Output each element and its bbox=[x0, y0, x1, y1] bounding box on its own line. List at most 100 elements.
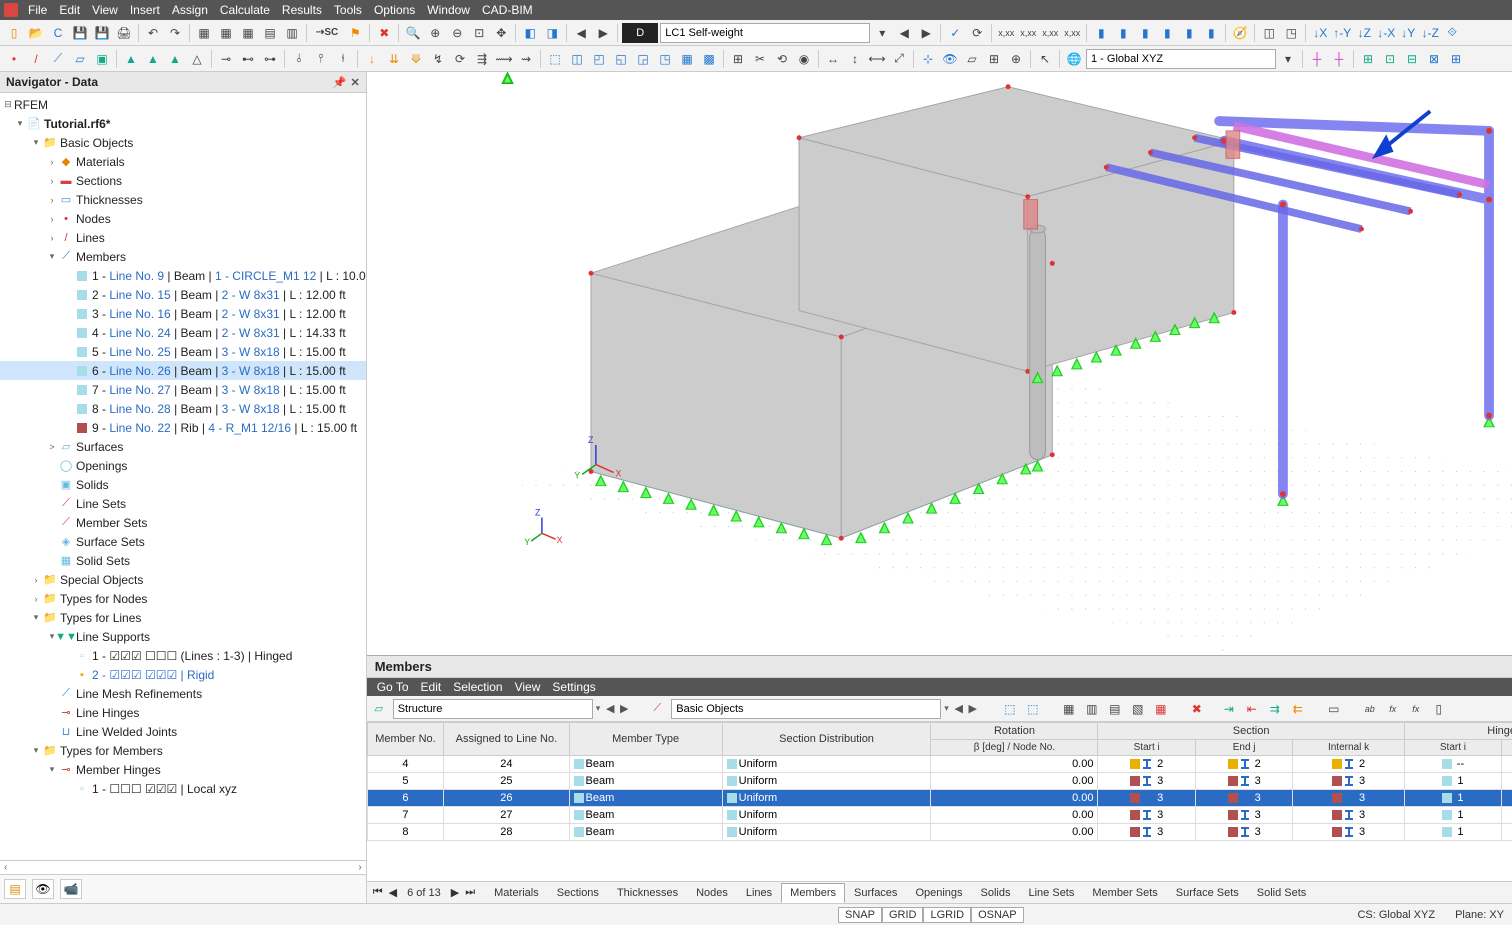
axis-z-icon[interactable]: ↓Z bbox=[1354, 23, 1374, 43]
bo-prev-icon[interactable]: ◀ bbox=[952, 702, 966, 715]
menu-window[interactable]: Window bbox=[421, 3, 476, 17]
result2-icon[interactable]: ⟳ bbox=[967, 23, 987, 43]
pg-first-icon[interactable]: ⏮ bbox=[371, 886, 385, 899]
load5-icon[interactable]: ⟳ bbox=[450, 49, 470, 69]
3d-viewport[interactable]: Z X Y Z X Y bbox=[367, 72, 1512, 655]
menu-insert[interactable]: Insert bbox=[124, 3, 166, 17]
tab-openings[interactable]: Openings bbox=[906, 883, 971, 903]
load3-icon[interactable]: ⟱ bbox=[406, 49, 426, 69]
tree-line-welded[interactable]: Line Welded Joints bbox=[76, 725, 177, 739]
sel5-icon[interactable]: ◲ bbox=[633, 49, 653, 69]
tree-item-openings[interactable]: ◯Openings bbox=[0, 456, 366, 475]
dim-tool4-icon[interactable]: ⤢ bbox=[889, 49, 909, 69]
tab-line-sets[interactable]: Line Sets bbox=[1020, 883, 1084, 903]
table-row[interactable]: 7 27 Beam Uniform 0.00 3 3 3 1 1 -- bbox=[367, 807, 1512, 824]
tab-surfaces[interactable]: Surfaces bbox=[845, 883, 906, 903]
dim1-icon[interactable]: x,xx bbox=[996, 23, 1016, 43]
undo-icon[interactable]: ↶ bbox=[143, 23, 163, 43]
tree-ls2[interactable]: 2 - ☑☑☑ ☑☑☑ | Rigid bbox=[92, 668, 214, 682]
ttb-ins3-icon[interactable]: ⇉ bbox=[1265, 699, 1285, 719]
th-rotation[interactable]: Rotation bbox=[931, 723, 1098, 740]
spring2-icon[interactable]: ⫯ bbox=[311, 49, 331, 69]
col3-icon[interactable]: ▮ bbox=[1135, 23, 1155, 43]
load2-icon[interactable]: ⇊ bbox=[384, 49, 404, 69]
struct-next-icon[interactable]: ▶ bbox=[617, 702, 631, 715]
ttb-grid5-icon[interactable]: ▦ bbox=[1151, 699, 1171, 719]
tree-line-supports[interactable]: Line Supports bbox=[76, 630, 150, 644]
globe-icon[interactable]: 🌐 bbox=[1064, 49, 1084, 69]
col5-icon[interactable]: ▮ bbox=[1179, 23, 1199, 43]
result1-icon[interactable]: ✓ bbox=[945, 23, 965, 43]
ttb-ins2-icon[interactable]: ⇤ bbox=[1242, 699, 1262, 719]
col6-icon[interactable]: ▮ bbox=[1201, 23, 1221, 43]
support3-icon[interactable]: ▲ bbox=[165, 49, 185, 69]
col1-icon[interactable]: ▮ bbox=[1091, 23, 1111, 43]
structure-dropdown[interactable]: Structure bbox=[393, 699, 593, 719]
ttb-del-icon[interactable]: ✖ bbox=[1187, 699, 1207, 719]
lc-prev-icon[interactable]: ◀ bbox=[894, 23, 914, 43]
dim-tool2-icon[interactable]: ↕ bbox=[845, 49, 865, 69]
navigator-tree[interactable]: ⊟RFEM ▾📄Tutorial.rf6* ▾📁Basic Objects ›◆… bbox=[0, 93, 366, 860]
th-section[interactable]: Section bbox=[1098, 723, 1404, 740]
ttb-ins1-icon[interactable]: ⇥ bbox=[1219, 699, 1239, 719]
misc3-icon[interactable]: ⟲ bbox=[772, 49, 792, 69]
th-rot-sub[interactable]: β [deg] / Node No. bbox=[931, 740, 1098, 756]
zoomfit-icon[interactable]: ⊡ bbox=[469, 23, 489, 43]
tree-types-nodes[interactable]: Types for Nodes bbox=[60, 592, 147, 606]
th-hj[interactable]: End j bbox=[1502, 740, 1512, 756]
member-icon[interactable]: ⟋ bbox=[48, 49, 68, 69]
cs-origin-icon[interactable]: ⊕ bbox=[1006, 49, 1026, 69]
support4-icon[interactable]: △ bbox=[187, 49, 207, 69]
tab-thicknesses[interactable]: Thicknesses bbox=[608, 883, 687, 903]
sc-icon[interactable]: ⇢SC bbox=[311, 23, 343, 43]
tree-root[interactable]: RFEM bbox=[14, 98, 48, 112]
tree-item-solid-sets[interactable]: ▦Solid Sets bbox=[0, 551, 366, 570]
tree-item-nodes[interactable]: ›•Nodes bbox=[0, 209, 366, 228]
misc1-icon[interactable]: ⊞ bbox=[728, 49, 748, 69]
tab-nodes[interactable]: Nodes bbox=[687, 883, 737, 903]
pg-last-icon[interactable]: ⏭ bbox=[463, 886, 477, 899]
tree-item-solids[interactable]: ▣Solids bbox=[0, 475, 366, 494]
grid4-icon[interactable]: ⊠ bbox=[1424, 49, 1444, 69]
ttb-grid4-icon[interactable]: ▧ bbox=[1128, 699, 1148, 719]
menu-edit[interactable]: Edit bbox=[53, 3, 86, 17]
cancel-icon[interactable]: ✖ bbox=[374, 23, 394, 43]
table-row[interactable]: 4 24 Beam Uniform 0.00 2 2 2 -- -- 1 bbox=[367, 756, 1512, 773]
menu-view[interactable]: View bbox=[86, 3, 124, 17]
plane-xy-icon[interactable]: ┼ bbox=[1307, 49, 1327, 69]
tree-item-line-sets[interactable]: ⟋Line Sets bbox=[0, 494, 366, 513]
tab-lines[interactable]: Lines bbox=[737, 883, 781, 903]
tmenu-settings[interactable]: Settings bbox=[546, 680, 601, 694]
tree-member-1[interactable]: 1 - Line No. 9 | Beam | 1 - CIRCLE_M1 12… bbox=[0, 266, 366, 285]
table1-icon[interactable]: ▦ bbox=[194, 23, 214, 43]
bo-next-icon[interactable]: ▶ bbox=[966, 702, 980, 715]
tree-member-3[interactable]: 3 - Line No. 16 | Beam | 2 - W 8x31 | L … bbox=[0, 304, 366, 323]
tree-member-hinges[interactable]: Member Hinges bbox=[76, 763, 161, 777]
hinge1-icon[interactable]: ⊸ bbox=[216, 49, 236, 69]
tree-member-5[interactable]: 5 - Line No. 25 | Beam | 3 - W 8x18 | L … bbox=[0, 342, 366, 361]
cs-axis-icon[interactable]: ⊹ bbox=[918, 49, 938, 69]
cs-plane-icon[interactable]: ▱ bbox=[962, 49, 982, 69]
dim-tool1-icon[interactable]: ↔ bbox=[823, 49, 843, 69]
sel6-icon[interactable]: ◳ bbox=[655, 49, 675, 69]
th-ik[interactable]: Internal k bbox=[1293, 740, 1404, 756]
ttb-ab-icon[interactable]: ab bbox=[1360, 699, 1380, 719]
axis-my-icon[interactable]: ↑-Y bbox=[1332, 23, 1352, 43]
sel4-icon[interactable]: ◱ bbox=[611, 49, 631, 69]
table-row[interactable]: 6 26 Beam Uniform 0.00 3 3 3 1 1 -- bbox=[367, 790, 1512, 807]
tree-members[interactable]: Members bbox=[76, 250, 126, 264]
recent-icon[interactable]: C bbox=[48, 23, 68, 43]
tree-member-4[interactable]: 4 - Line No. 24 | Beam | 2 - W 8x31 | L … bbox=[0, 323, 366, 342]
spring1-icon[interactable]: ⫰ bbox=[289, 49, 309, 69]
menu-results[interactable]: Results bbox=[276, 3, 328, 17]
saveall-icon[interactable]: 💾 bbox=[92, 23, 112, 43]
load4-icon[interactable]: ↯ bbox=[428, 49, 448, 69]
pan-icon[interactable]: ✥ bbox=[491, 23, 511, 43]
print-icon[interactable]: 🖨 bbox=[114, 23, 134, 43]
misc2-icon[interactable]: ✂ bbox=[750, 49, 770, 69]
tree-member-8[interactable]: 8 - Line No. 28 | Beam | 3 - W 8x18 | L … bbox=[0, 399, 366, 418]
cs-dd-icon[interactable]: ▾ bbox=[1278, 49, 1298, 69]
table4-icon[interactable]: ▤ bbox=[260, 23, 280, 43]
ttb-fx-icon[interactable]: fx bbox=[1383, 699, 1403, 719]
tree-basic-objects[interactable]: Basic Objects bbox=[60, 136, 133, 150]
